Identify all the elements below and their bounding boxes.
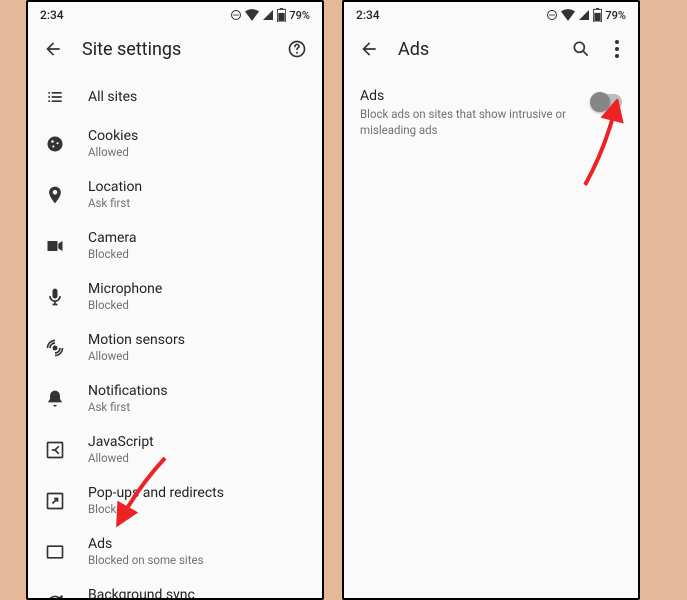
help-button[interactable] [286, 38, 308, 60]
ads-icon [44, 541, 66, 563]
status-battery-pct: 79% [289, 9, 310, 22]
row-sub: Blocked [88, 502, 224, 516]
row-sub: Allowed [88, 451, 154, 465]
phone-site-settings: 2:34 79% Site settings All sites Cookies… [26, 0, 324, 600]
settings-list: All sites CookiesAllowed LocationAsk fir… [28, 76, 322, 600]
row-label: All sites [88, 89, 137, 105]
app-bar: Ads [344, 26, 638, 76]
status-icons: 79% [546, 8, 626, 22]
status-icons: 79% [230, 8, 310, 22]
row-ads[interactable]: AdsBlocked on some sites [28, 526, 322, 577]
wifi-icon [561, 9, 575, 21]
js-icon [44, 439, 66, 461]
arrow-back-icon [359, 39, 379, 59]
camera-icon [44, 235, 66, 257]
setting-description: Block ads on sites that show intrusive o… [360, 107, 578, 138]
page-title: Site settings [82, 39, 268, 60]
row-javascript[interactable]: JavaScriptAllowed [28, 424, 322, 475]
row-label: Background sync [88, 587, 195, 600]
ads-setting-row: Ads Block ads on sites that show intrusi… [344, 76, 638, 150]
row-sub: Blocked [88, 298, 162, 312]
row-sub: Ask first [88, 400, 168, 414]
row-label: Notifications [88, 383, 168, 399]
row-motion-sensors[interactable]: Motion sensorsAllowed [28, 322, 322, 373]
row-label: Microphone [88, 281, 162, 297]
sync-icon [44, 592, 66, 600]
row-all-sites[interactable]: All sites [28, 76, 322, 118]
status-battery-pct: 79% [605, 9, 626, 22]
row-label: JavaScript [88, 434, 154, 450]
row-popups[interactable]: Pop-ups and redirectsBlocked [28, 475, 322, 526]
phone-ads: 2:34 79% Ads Ads Block ads on sites that… [342, 0, 640, 600]
app-bar: Site settings [28, 26, 322, 76]
overflow-menu-button[interactable] [610, 38, 624, 60]
setting-label: Ads [360, 88, 578, 104]
status-bar: 2:34 79% [344, 2, 638, 26]
wifi-icon [245, 9, 259, 21]
row-label: Location [88, 179, 142, 195]
more-circle-icon [546, 9, 558, 21]
more-vert-icon [615, 40, 619, 58]
row-background-sync[interactable]: Background syncAllowed [28, 577, 322, 600]
arrow-back-icon [43, 39, 63, 59]
row-label: Motion sensors [88, 332, 185, 348]
page-title: Ads [398, 39, 552, 60]
search-icon [571, 39, 591, 59]
search-button[interactable] [570, 38, 592, 60]
popup-icon [44, 490, 66, 512]
row-sub: Ask first [88, 196, 142, 210]
row-label: Camera [88, 230, 137, 246]
row-label: Ads [88, 536, 204, 552]
back-button[interactable] [42, 38, 64, 60]
toggle-thumb [590, 92, 610, 112]
back-button[interactable] [358, 38, 380, 60]
row-sub: Allowed [88, 145, 138, 159]
row-microphone[interactable]: MicrophoneBlocked [28, 271, 322, 322]
row-location[interactable]: LocationAsk first [28, 169, 322, 220]
cookie-icon [44, 133, 66, 155]
help-icon [287, 39, 307, 59]
row-sub: Blocked on some sites [88, 553, 204, 567]
battery-icon [277, 8, 286, 22]
status-time: 2:34 [40, 8, 64, 22]
location-icon [44, 184, 66, 206]
ads-toggle[interactable] [592, 94, 622, 110]
list-icon [44, 86, 66, 108]
signal-icon [578, 9, 590, 21]
bell-icon [44, 388, 66, 410]
row-cookies[interactable]: CookiesAllowed [28, 118, 322, 169]
signal-icon [262, 9, 274, 21]
row-label: Pop-ups and redirects [88, 485, 224, 501]
more-circle-icon [230, 9, 242, 21]
row-notifications[interactable]: NotificationsAsk first [28, 373, 322, 424]
row-camera[interactable]: CameraBlocked [28, 220, 322, 271]
battery-icon [593, 8, 602, 22]
motion-icon [44, 337, 66, 359]
row-sub: Allowed [88, 349, 185, 363]
row-sub: Blocked [88, 247, 137, 261]
status-time: 2:34 [356, 8, 380, 22]
status-bar: 2:34 79% [28, 2, 322, 26]
mic-icon [44, 286, 66, 308]
row-label: Cookies [88, 128, 138, 144]
